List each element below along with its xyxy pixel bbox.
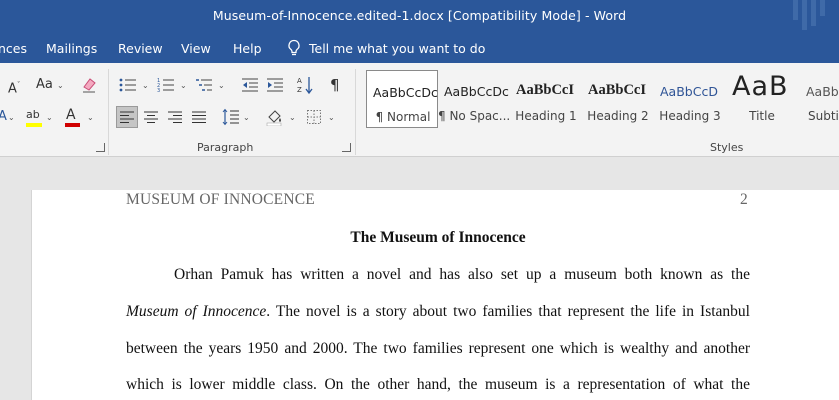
line-text: Orhan Pamuk has written a novel and has … bbox=[174, 266, 750, 283]
style-sample: AaBb bbox=[806, 84, 839, 99]
group-divider bbox=[355, 69, 356, 155]
line-text: which is lower middle class. On the othe… bbox=[126, 376, 750, 393]
tell-me-search[interactable]: Tell me what you want to do bbox=[287, 39, 485, 57]
change-case-label: Aa bbox=[36, 77, 53, 92]
tab-references[interactable]: nces bbox=[0, 41, 27, 56]
style-name: ¶ No Spac... bbox=[438, 109, 511, 123]
shading-dropdown-icon[interactable]: ⌄ bbox=[289, 113, 296, 122]
borders-icon[interactable] bbox=[306, 109, 322, 125]
svg-text:A: A bbox=[297, 77, 302, 85]
style-name: Heading 1 bbox=[515, 109, 577, 123]
font-color-dropdown-icon[interactable]: ⌄ bbox=[87, 113, 94, 122]
font-color-letter: A bbox=[66, 107, 76, 123]
borders-dropdown-icon[interactable]: ⌄ bbox=[328, 113, 335, 122]
svg-text:3: 3 bbox=[157, 88, 160, 93]
styles-gallery: AaBbCcDc ¶ Normal AaBbCcDc ¶ No Spac... … bbox=[366, 70, 839, 130]
svg-text:Z: Z bbox=[297, 86, 302, 94]
title-bar: Museum-of-Innocence.edited-1.docx [Compa… bbox=[0, 0, 839, 34]
font-color-swatch bbox=[65, 123, 80, 127]
paragraph-line: between the years 1950 and 2000. The two… bbox=[126, 340, 750, 358]
style-sample: AaBbCcDc bbox=[444, 84, 509, 99]
style-no-spacing[interactable]: AaBbCcDc ¶ No Spac... bbox=[438, 70, 510, 128]
style-sample: AaBbCcD bbox=[660, 84, 718, 99]
bullets-icon[interactable] bbox=[119, 77, 139, 93]
numbering-icon[interactable]: 1 2 3 bbox=[157, 77, 177, 93]
text-effects-dropdown-icon[interactable]: ⌄ bbox=[8, 113, 15, 122]
line-text: between the years 1950 and 2000. The two… bbox=[126, 340, 750, 357]
paragraph-line: which is lower middle class. On the othe… bbox=[126, 376, 750, 394]
style-sample: AaBbCcDc bbox=[373, 85, 438, 100]
group-divider bbox=[108, 69, 109, 155]
bullets-dropdown-icon[interactable]: ⌄ bbox=[142, 81, 149, 90]
paragraph-line: Museum of Innocence. The novel is a stor… bbox=[126, 303, 750, 321]
highlight-dropdown-icon[interactable]: ⌄ bbox=[46, 113, 53, 122]
style-heading-3[interactable]: AaBbCcD Heading 3 bbox=[654, 70, 726, 128]
tab-review[interactable]: Review bbox=[118, 41, 163, 56]
numbering-dropdown-icon[interactable]: ⌄ bbox=[180, 81, 187, 90]
highlight-color-icon[interactable]: ab bbox=[26, 107, 40, 123]
lightbulb-icon bbox=[288, 39, 300, 56]
change-case-dropdown-icon[interactable]: ⌄ bbox=[57, 81, 64, 90]
style-heading-1[interactable]: AaBbCcI Heading 1 bbox=[510, 70, 582, 128]
page-header-title: MUSEUM OF INNOCENCE bbox=[126, 191, 315, 208]
style-name: ¶ Normal bbox=[375, 110, 431, 124]
paragraph-line: Orhan Pamuk has written a novel and has … bbox=[174, 266, 750, 284]
align-left-icon[interactable] bbox=[119, 109, 135, 125]
tab-view[interactable]: View bbox=[181, 41, 211, 56]
ribbon-tabs: nces Mailings Review View Help Tell me w… bbox=[0, 34, 839, 63]
style-name: Subti bbox=[808, 109, 839, 123]
line-spacing-icon[interactable] bbox=[222, 108, 240, 126]
sort-icon[interactable]: A Z bbox=[297, 75, 313, 95]
italic-title: Museum of Innocence bbox=[126, 303, 267, 320]
decrease-indent-icon[interactable] bbox=[241, 77, 259, 93]
style-title[interactable]: AaB Title bbox=[726, 70, 798, 128]
multilevel-dropdown-icon[interactable]: ⌄ bbox=[218, 81, 225, 90]
page-number: 2 bbox=[740, 191, 748, 208]
style-name: Heading 2 bbox=[587, 109, 649, 123]
styles-group-label: Styles bbox=[710, 141, 744, 154]
tell-me-label: Tell me what you want to do bbox=[309, 40, 486, 56]
highlight-color-swatch bbox=[26, 123, 42, 127]
align-right-icon[interactable] bbox=[167, 109, 183, 125]
style-subtitle[interactable]: AaBb Subti bbox=[798, 70, 839, 128]
style-sample: AaBbCcI bbox=[588, 82, 647, 98]
align-center-icon[interactable] bbox=[143, 109, 159, 125]
style-sample: AaBbCcI bbox=[516, 82, 575, 98]
style-name: Heading 3 bbox=[659, 109, 721, 123]
document-page[interactable] bbox=[31, 190, 839, 400]
title-decoration-icon bbox=[793, 0, 829, 30]
paragraph-dialog-launcher-icon[interactable] bbox=[342, 143, 351, 152]
highlight-letters: ab bbox=[26, 108, 40, 121]
style-name: Title bbox=[749, 109, 775, 123]
shrink-font-icon[interactable]: Aˇ bbox=[8, 77, 20, 97]
document-title: The Museum of Innocence bbox=[350, 229, 526, 246]
style-normal[interactable]: AaBbCcDc ¶ Normal bbox=[366, 70, 438, 128]
style-heading-2[interactable]: AaBbCcI Heading 2 bbox=[582, 70, 654, 128]
window-title: Museum-of-Innocence.edited-1.docx [Compa… bbox=[212, 8, 627, 23]
line-text: . The novel is a story about two familie… bbox=[266, 303, 750, 320]
clear-formatting-icon[interactable] bbox=[80, 76, 98, 94]
paragraph-group-label: Paragraph bbox=[197, 141, 254, 154]
font-dialog-launcher-icon[interactable] bbox=[96, 143, 105, 152]
style-sample: AaB bbox=[732, 71, 789, 102]
show-formatting-marks-icon[interactable]: ¶ bbox=[330, 77, 340, 93]
font-color-icon[interactable]: A bbox=[66, 107, 76, 123]
shading-icon[interactable] bbox=[266, 108, 284, 126]
increase-indent-icon[interactable] bbox=[266, 77, 284, 93]
change-case-button[interactable]: Aa bbox=[36, 77, 53, 93]
tab-mailings[interactable]: Mailings bbox=[46, 41, 97, 56]
text-effects-icon[interactable]: A bbox=[0, 109, 7, 125]
line-spacing-dropdown-icon[interactable]: ⌄ bbox=[243, 113, 250, 122]
tab-help[interactable]: Help bbox=[233, 41, 262, 56]
justify-icon[interactable] bbox=[191, 109, 207, 125]
ribbon: Aˇ Aa ⌄ A ⌄ ab ⌄ A ⌄ ⌄ 1 2 3 ⌄ ⌄ A Z ¶ ⌄… bbox=[0, 63, 839, 157]
multilevel-list-icon[interactable] bbox=[195, 77, 215, 93]
